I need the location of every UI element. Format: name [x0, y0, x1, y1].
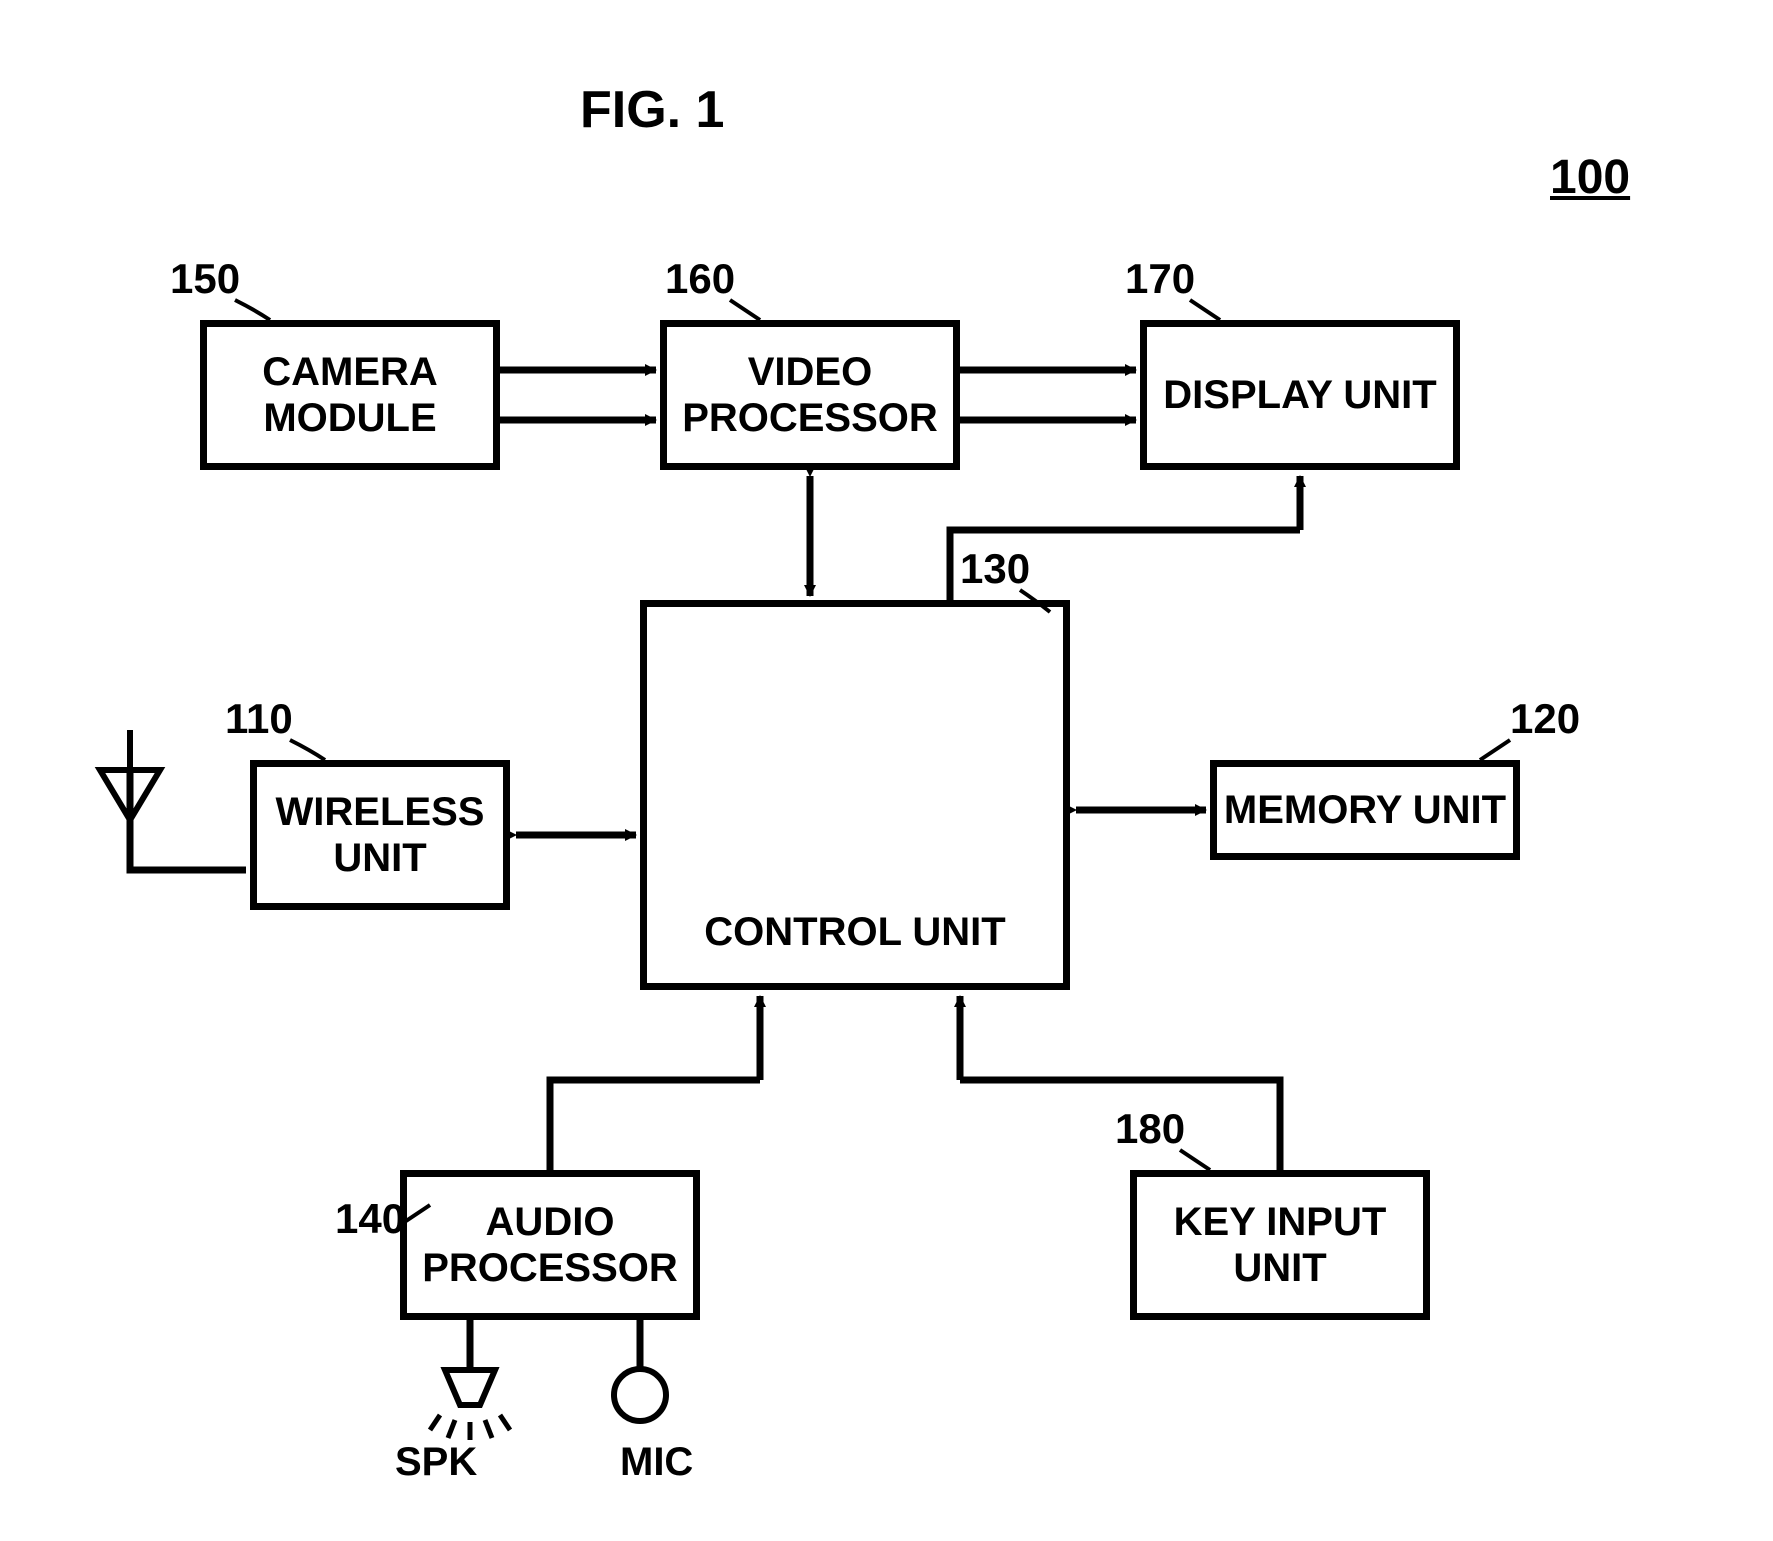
- block-label: CAMERA MODULE: [262, 349, 438, 441]
- diagram-canvas: FIG. 1 100 CAMERA MODULE 150 VIDEO PROCE…: [0, 0, 1773, 1541]
- ref-audio: 140: [335, 1195, 405, 1243]
- ref-wireless: 110: [225, 695, 293, 743]
- ref-display: 170: [1125, 255, 1195, 303]
- block-audio-processor: AUDIO PROCESSOR: [400, 1170, 700, 1320]
- block-key-input-unit: KEY INPUT UNIT: [1130, 1170, 1430, 1320]
- block-label: VIDEO PROCESSOR: [682, 349, 938, 441]
- mic-icon: [614, 1369, 666, 1421]
- block-label: DISPLAY UNIT: [1163, 372, 1436, 418]
- label-mic: MIC: [620, 1440, 693, 1485]
- block-label: CONTROL UNIT: [704, 909, 1005, 955]
- ref-control: 130: [960, 545, 1030, 593]
- system-reference: 100: [1550, 150, 1630, 205]
- speaker-icon: [430, 1370, 510, 1440]
- ref-camera: 150: [170, 255, 240, 303]
- block-control-unit: CONTROL UNIT: [640, 600, 1070, 990]
- block-camera-module: CAMERA MODULE: [200, 320, 500, 470]
- block-label: AUDIO PROCESSOR: [422, 1199, 678, 1291]
- block-display-unit: DISPLAY UNIT: [1140, 320, 1460, 470]
- block-label: KEY INPUT UNIT: [1174, 1199, 1387, 1291]
- block-video-processor: VIDEO PROCESSOR: [660, 320, 960, 470]
- block-label: WIRELESS UNIT: [276, 789, 485, 881]
- antenna-icon: [100, 730, 160, 820]
- ref-video: 160: [665, 255, 735, 303]
- block-memory-unit: MEMORY UNIT: [1210, 760, 1520, 860]
- ref-keyinput: 180: [1115, 1105, 1185, 1153]
- block-label: MEMORY UNIT: [1224, 787, 1506, 833]
- label-spk: SPK: [395, 1440, 477, 1485]
- figure-title: FIG. 1: [580, 80, 724, 140]
- block-wireless-unit: WIRELESS UNIT: [250, 760, 510, 910]
- ref-memory: 120: [1510, 695, 1580, 743]
